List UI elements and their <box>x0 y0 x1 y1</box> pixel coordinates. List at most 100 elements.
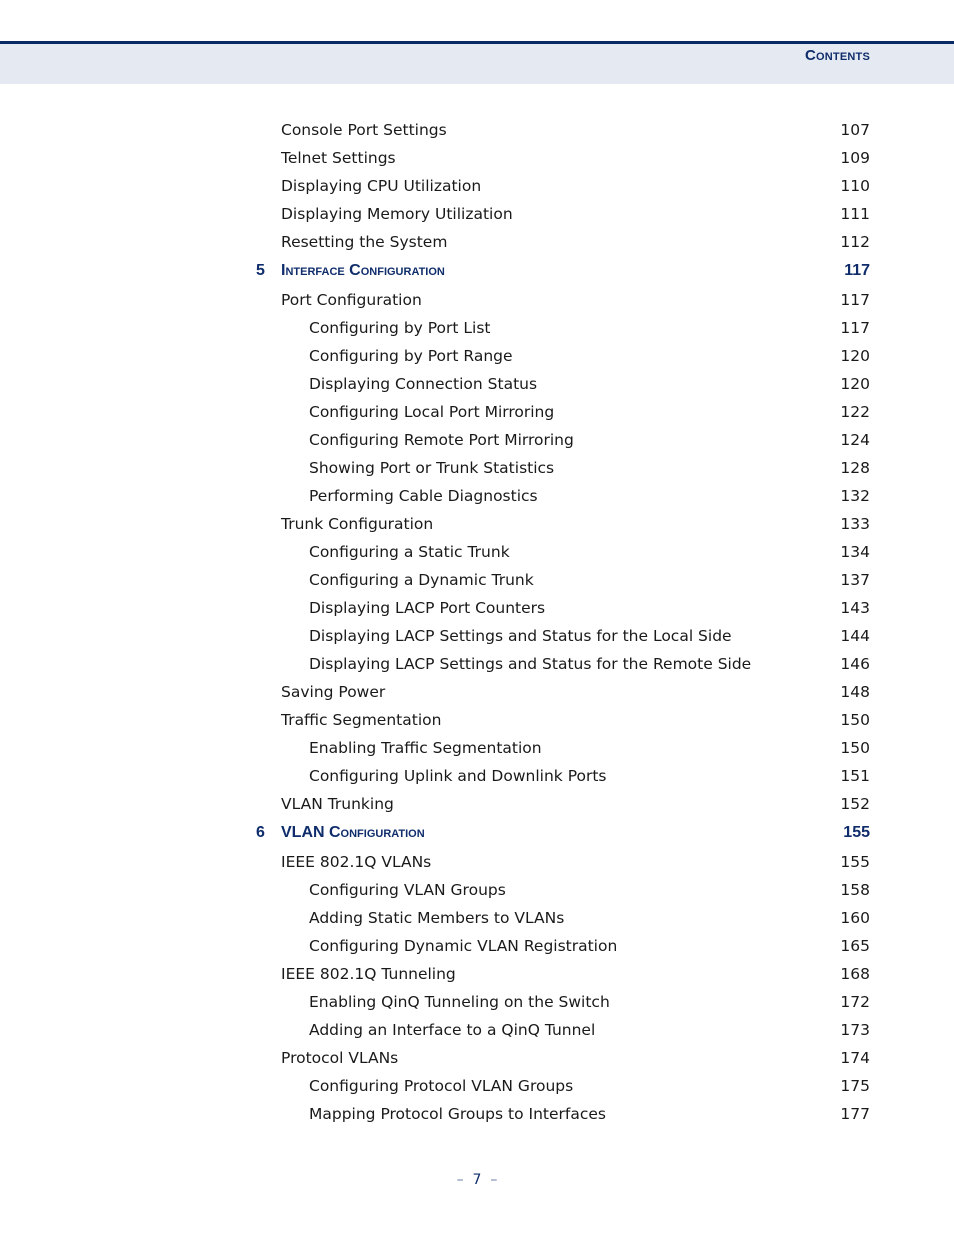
toc-entry-page: 150 <box>840 739 870 757</box>
toc-entry[interactable]: VLAN Trunking 152 <box>0 790 954 818</box>
toc-entry[interactable]: Showing Port or Trunk Statistics 128 <box>0 454 954 482</box>
toc-entry-label: Configuring Remote Port Mirroring <box>309 431 574 449</box>
toc-entry[interactable]: IEEE 802.1Q Tunneling 168 <box>0 960 954 988</box>
toc-entry-label: Mapping Protocol Groups to Interfaces <box>309 1105 606 1123</box>
toc-chapter-entry[interactable]: 6 VLAN Configuration 155 <box>0 819 954 847</box>
toc-entry-label: Enabling Traffic Segmentation <box>309 739 542 757</box>
toc-entry[interactable]: Adding Static Members to VLANs 160 <box>0 904 954 932</box>
toc-entry-label: Configuring Uplink and Downlink Ports <box>309 767 607 785</box>
running-header-title: Contents <box>805 47 870 64</box>
toc-entry-page: 143 <box>840 599 870 617</box>
toc-entry-label: IEEE 802.1Q VLANs <box>281 853 432 871</box>
toc-entry-label: Configuring by Port List <box>309 319 491 337</box>
toc-entry-page: 112 <box>840 233 870 251</box>
chapter-number: 5 <box>256 262 265 279</box>
toc-entry-page: 117 <box>844 262 870 279</box>
toc-entry[interactable]: Configuring Local Port Mirroring 122 <box>0 398 954 426</box>
toc-entry[interactable]: Trunk Configuration 133 <box>0 510 954 538</box>
toc-entry-page: 133 <box>840 515 870 533</box>
toc-entry[interactable]: Resetting the System 112 <box>0 228 954 256</box>
toc-entry-page: 109 <box>840 149 870 167</box>
toc-entry-page: 148 <box>840 683 870 701</box>
toc-entry[interactable]: IEEE 802.1Q VLANs 155 <box>0 848 954 876</box>
toc-entry[interactable]: Console Port Settings 107 <box>0 116 954 144</box>
toc-entry[interactable]: Configuring a Static Trunk 134 <box>0 538 954 566</box>
toc-entry-label: Telnet Settings <box>281 149 396 167</box>
toc-entry-page: 150 <box>840 711 870 729</box>
toc-entry[interactable]: Displaying LACP Settings and Status for … <box>0 650 954 678</box>
toc-entry-label: Adding Static Members to VLANs <box>309 909 565 927</box>
toc-entry-page: 111 <box>840 205 870 223</box>
toc-entry[interactable]: Configuring a Dynamic Trunk 137 <box>0 566 954 594</box>
toc-entry-label: Enabling QinQ Tunneling on the Switch <box>309 993 610 1011</box>
toc-entry[interactable]: Configuring Remote Port Mirroring 124 <box>0 426 954 454</box>
toc-entry-label: Interface Configuration <box>281 262 445 279</box>
toc-entry-page: 160 <box>840 909 870 927</box>
toc-entry-label: Saving Power <box>281 683 386 701</box>
toc-entry-label: Displaying Memory Utilization <box>281 205 513 223</box>
toc-entry[interactable]: Displaying CPU Utilization 110 <box>0 172 954 200</box>
toc-chapter-entry[interactable]: 5 Interface Configuration 117 <box>0 257 954 285</box>
toc-entry-label: Configuring VLAN Groups <box>309 881 506 899</box>
toc-entry-page: 134 <box>840 543 870 561</box>
toc-entry-page: 137 <box>840 571 870 589</box>
toc-entry-label: Configuring Dynamic VLAN Registration <box>309 937 618 955</box>
toc-entry-label: Adding an Interface to a QinQ Tunnel <box>309 1021 596 1039</box>
toc-entry-label: Configuring a Dynamic Trunk <box>309 571 534 589</box>
toc-entry[interactable]: Protocol VLANs 174 <box>0 1044 954 1072</box>
toc-entry-page: 155 <box>840 853 870 871</box>
footer-dash-left: – <box>456 1172 464 1188</box>
toc-entry-page: 152 <box>840 795 870 813</box>
toc-entry-label: VLAN Configuration <box>281 824 425 841</box>
toc-entry-label: Protocol VLANs <box>281 1049 399 1067</box>
toc-entry[interactable]: Port Configuration 117 <box>0 286 954 314</box>
toc-entry-page: 107 <box>840 121 870 139</box>
toc-entry[interactable]: Enabling Traffic Segmentation 150 <box>0 734 954 762</box>
toc-entry-page: 155 <box>843 824 870 841</box>
page-footer: – 7 – <box>0 1172 954 1188</box>
toc-entry[interactable]: Enabling QinQ Tunneling on the Switch 172 <box>0 988 954 1016</box>
toc-entry[interactable]: Traffic Segmentation 150 <box>0 706 954 734</box>
toc-entry-label: Showing Port or Trunk Statistics <box>309 459 555 477</box>
toc-entry[interactable]: Configuring Uplink and Downlink Ports 151 <box>0 762 954 790</box>
toc-entry-label: Configuring Local Port Mirroring <box>309 403 555 421</box>
toc-entry-label: IEEE 802.1Q Tunneling <box>281 965 456 983</box>
toc-entry-label: Displaying Connection Status <box>309 375 538 393</box>
toc-entry-page: 165 <box>840 937 870 955</box>
toc-entry-label: Traffic Segmentation <box>281 711 442 729</box>
toc-entry-page: 144 <box>840 627 870 645</box>
toc-entry-label: Configuring by Port Range <box>309 347 513 365</box>
toc-entry-page: 146 <box>840 655 870 673</box>
toc-entry[interactable]: Adding an Interface to a QinQ Tunnel 173 <box>0 1016 954 1044</box>
toc-entry-label: Port Configuration <box>281 291 422 309</box>
toc-entry-page: 110 <box>840 177 870 195</box>
toc-entry-label: Displaying LACP Settings and Status for … <box>309 627 732 645</box>
toc-entry[interactable]: Displaying Connection Status 120 <box>0 370 954 398</box>
toc-entry-label: Resetting the System <box>281 233 448 251</box>
toc-entry[interactable]: Configuring Dynamic VLAN Registration 165 <box>0 932 954 960</box>
toc-entry[interactable]: Configuring by Port List 117 <box>0 314 954 342</box>
toc-entry[interactable]: Configuring VLAN Groups 158 <box>0 876 954 904</box>
header-rule <box>0 41 954 44</box>
toc-entry[interactable]: Configuring by Port Range 120 <box>0 342 954 370</box>
toc-entry-label: Configuring Protocol VLAN Groups <box>309 1077 574 1095</box>
toc-entry-page: 174 <box>840 1049 870 1067</box>
toc-entry-page: 117 <box>840 319 870 337</box>
toc-entry[interactable]: Performing Cable Diagnostics 132 <box>0 482 954 510</box>
toc-entry-label: Console Port Settings <box>281 121 447 139</box>
toc-entry[interactable]: Saving Power 148 <box>0 678 954 706</box>
footer-dash-right: – <box>490 1172 498 1188</box>
toc-entry[interactable]: Telnet Settings 109 <box>0 144 954 172</box>
toc-entry-page: 132 <box>840 487 870 505</box>
toc-entry-label: Displaying LACP Port Counters <box>309 599 546 617</box>
toc-entry-page: 124 <box>840 431 870 449</box>
toc-entry-page: 151 <box>840 767 870 785</box>
toc-entry-page: 177 <box>840 1105 870 1123</box>
toc-entry[interactable]: Displaying LACP Port Counters 143 <box>0 594 954 622</box>
toc-entry[interactable]: Displaying LACP Settings and Status for … <box>0 622 954 650</box>
toc-entry[interactable]: Configuring Protocol VLAN Groups 175 <box>0 1072 954 1100</box>
toc-entry[interactable]: Mapping Protocol Groups to Interfaces 177 <box>0 1100 954 1128</box>
toc-entry-page: 120 <box>840 347 870 365</box>
toc-entry[interactable]: Displaying Memory Utilization 111 <box>0 200 954 228</box>
page-number: 7 <box>472 1172 482 1188</box>
